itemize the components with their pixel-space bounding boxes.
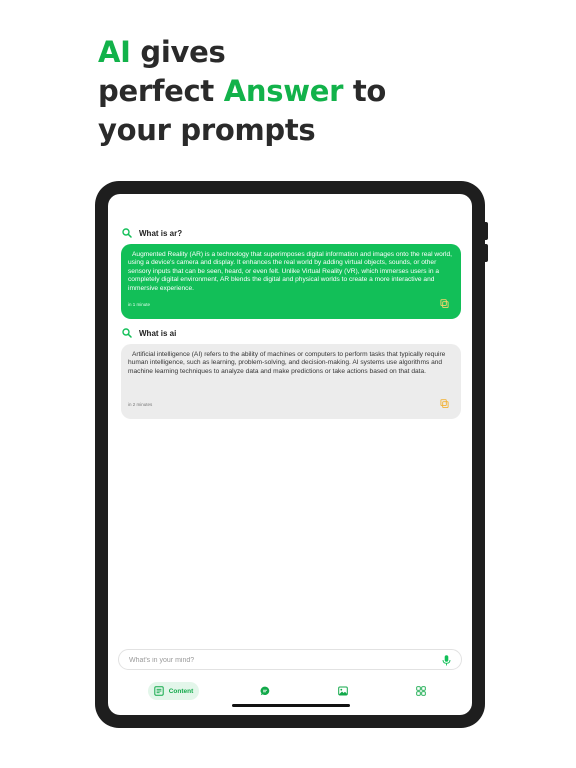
- headline: AI gives perfect Answer to your prompts: [98, 33, 518, 150]
- query-row: What is ar?: [122, 228, 182, 238]
- answer-timestamp: in 1 minute: [128, 302, 151, 307]
- volume-button: [484, 222, 488, 240]
- headline-accent-ai: AI: [98, 35, 131, 69]
- tab-content[interactable]: Content: [148, 682, 199, 700]
- answer-text: Artificial intelligence (AI) refers to t…: [128, 351, 446, 375]
- app-screen: What is ar? Augmented Reality (AR) is a …: [108, 194, 472, 715]
- headline-text: gives: [130, 35, 226, 69]
- copy-icon[interactable]: [440, 399, 449, 408]
- apps-icon: [416, 686, 426, 696]
- answer-bubble: Artificial intelligence (AI) refers to t…: [121, 344, 461, 419]
- search-icon: [122, 228, 132, 238]
- chat-icon: [260, 686, 270, 696]
- tab-chat[interactable]: [258, 682, 272, 700]
- tab-image[interactable]: [336, 682, 350, 700]
- query-row: What is ai: [122, 328, 176, 338]
- volume-button: [484, 244, 488, 262]
- headline-text: to: [343, 74, 387, 108]
- prompt-input[interactable]: [129, 653, 429, 667]
- image-icon: [338, 686, 348, 696]
- search-icon: [122, 328, 132, 338]
- answer-bubble: Augmented Reality (AR) is a technology t…: [121, 244, 461, 319]
- query-text: What is ar?: [139, 228, 183, 238]
- content-icon: [154, 686, 164, 696]
- home-indicator: [232, 704, 350, 707]
- prompt-input-bar: [118, 649, 462, 670]
- headline-line-3: your prompts: [98, 113, 316, 147]
- headline-accent-answer: Answer: [223, 74, 344, 108]
- answer-text: Augmented Reality (AR) is a technology t…: [128, 251, 452, 292]
- tab-content-label: Content: [168, 687, 194, 695]
- headline-text: perfect: [98, 74, 224, 108]
- headline-line-2: perfect Answer to: [98, 72, 518, 111]
- mic-icon[interactable]: [442, 655, 451, 666]
- tab-apps[interactable]: [414, 682, 428, 700]
- copy-icon[interactable]: [440, 299, 449, 308]
- query-text: What is ai: [139, 328, 177, 338]
- answer-timestamp: in 2 minutes: [128, 402, 153, 407]
- bottom-nav: Content: [108, 680, 472, 704]
- headline-line-1: AI gives: [98, 33, 518, 72]
